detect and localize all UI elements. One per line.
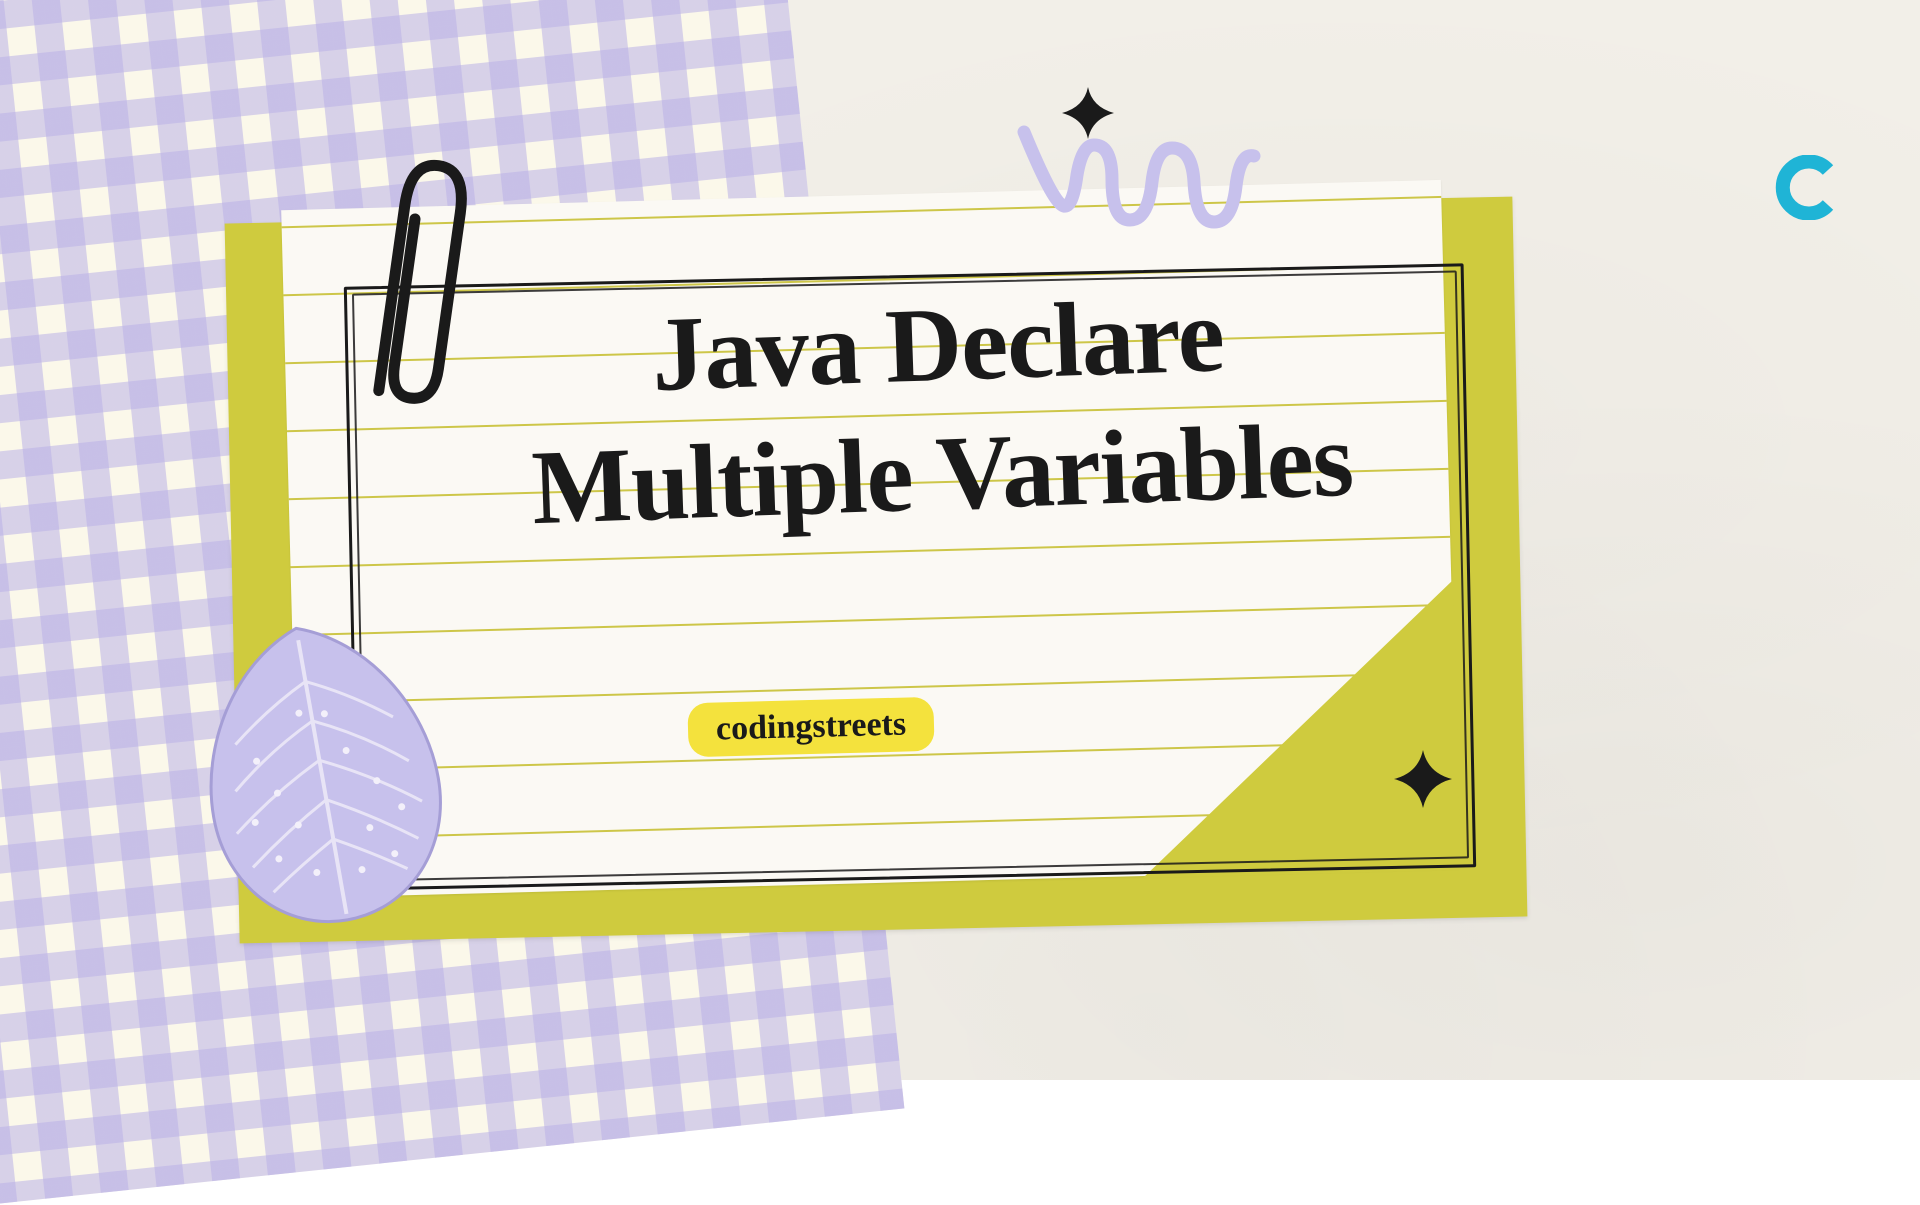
sparkle-icon <box>1392 748 1454 810</box>
sparkle-icon <box>1060 85 1116 141</box>
canvas: Java Declare Multiple Variables codingst… <box>0 0 1920 1080</box>
page-title: Java Declare Multiple Variables <box>306 258 1574 560</box>
brand-logo-icon <box>1775 155 1840 220</box>
subtitle-pill: codingstreets <box>687 697 934 757</box>
subtitle-text: codingstreets <box>716 706 907 748</box>
scribble-doodle-icon <box>1012 120 1262 252</box>
